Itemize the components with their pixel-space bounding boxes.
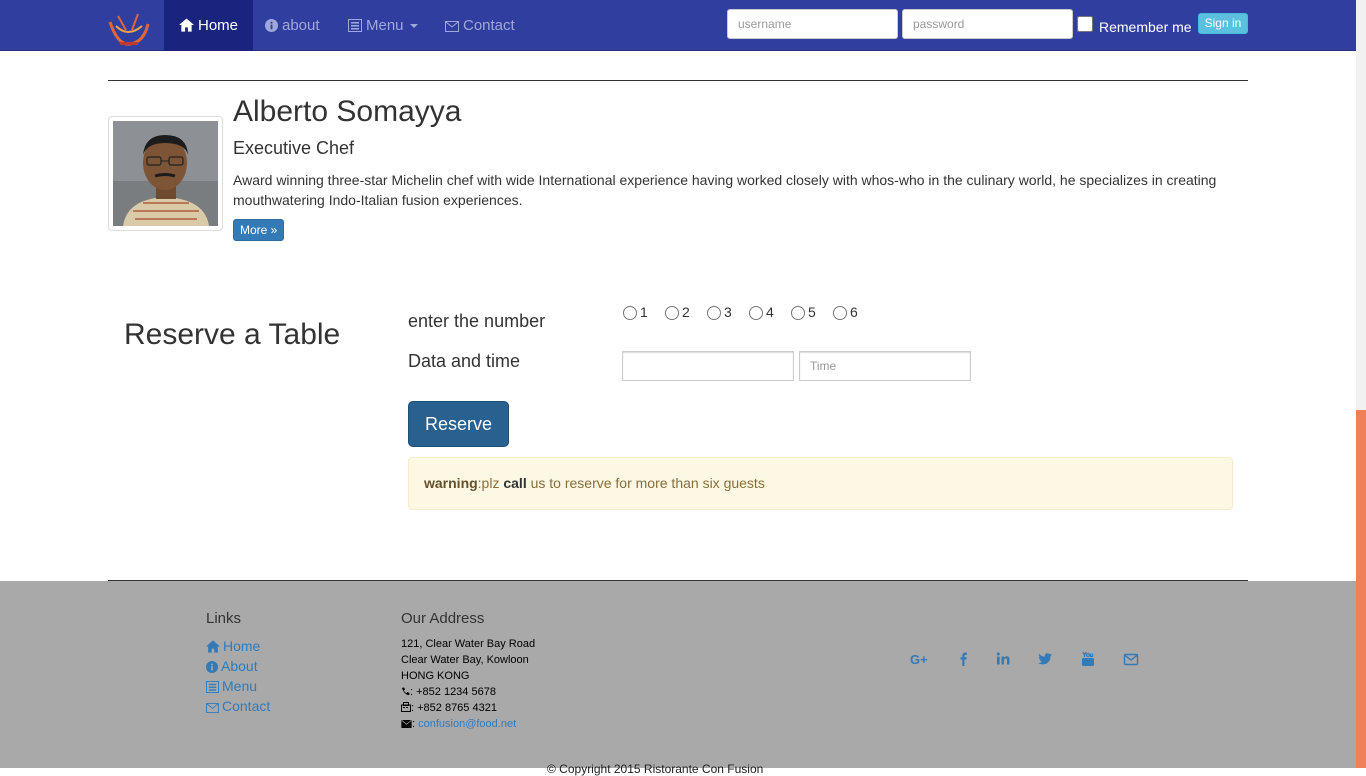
remember-me-checkbox[interactable] xyxy=(1077,16,1093,32)
time-input[interactable] xyxy=(799,351,971,381)
remember-me-label: Remember me xyxy=(1099,19,1192,35)
date-input[interactable] xyxy=(622,351,794,381)
footer-link-home-label: Home xyxy=(223,638,261,654)
nav-menu[interactable]: Menu xyxy=(333,0,433,51)
chef-name: Alberto Somayya xyxy=(233,95,462,128)
nav-home[interactable]: Home xyxy=(164,0,254,51)
restaurant-logo[interactable] xyxy=(108,8,150,48)
address-line-3: HONG KONG xyxy=(401,670,470,682)
warning-text-2: us to reserve for more than six guests xyxy=(526,475,765,491)
warning-prefix: warning xyxy=(424,475,478,491)
guest-number-label: enter the number xyxy=(408,311,546,331)
twitter-icon[interactable] xyxy=(1035,651,1055,667)
address-fax: : +852 8765 4321 xyxy=(401,702,497,714)
guest-radio-6[interactable]: 6 xyxy=(833,304,858,320)
warning-alert: warning:plz call us to reserve for more … xyxy=(408,457,1233,510)
address-email: : confusion@food.net xyxy=(401,718,516,730)
email-link[interactable]: confusion@food.net xyxy=(418,718,516,730)
chevron-down-icon xyxy=(409,24,418,29)
guest-radio-4-label: 4 xyxy=(766,304,774,320)
nav-home-label: Home xyxy=(198,17,239,34)
address-line-2: Clear Water Bay, Kowloon xyxy=(401,654,529,666)
footer xyxy=(0,581,1356,768)
address-line-1: 121, Clear Water Bay Road xyxy=(401,638,536,650)
footer-link-contact-label: Contact xyxy=(222,698,271,714)
info-circle-icon xyxy=(206,661,218,673)
envelope-icon xyxy=(401,720,412,728)
warning-emphasis: call xyxy=(503,475,527,491)
nav-menu-label: Menu xyxy=(366,17,404,34)
more-button[interactable]: More » xyxy=(233,219,285,241)
guest-radio-3-label: 3 xyxy=(724,304,732,320)
guest-radio-5-label: 5 xyxy=(808,304,816,320)
footer-link-home[interactable]: Home xyxy=(206,638,260,654)
scrollbar-thumb[interactable] xyxy=(1356,410,1366,768)
footer-links-heading: Links xyxy=(206,610,242,627)
address-phone-text: : +852 1234 5678 xyxy=(410,686,496,698)
sign-in-button[interactable]: Sign in xyxy=(1198,13,1248,34)
nav-about[interactable]: about xyxy=(250,0,335,51)
footer-link-about-label: About xyxy=(221,658,258,674)
guest-radio-3[interactable]: 3 xyxy=(707,304,732,320)
chef-photo xyxy=(113,121,218,226)
footer-link-about[interactable]: About xyxy=(206,658,258,674)
footer-link-menu[interactable]: Menu xyxy=(206,678,257,694)
password-input[interactable] xyxy=(902,9,1073,39)
nav-contact[interactable]: Contact xyxy=(430,0,530,51)
nav-about-label: about xyxy=(282,17,320,34)
list-alt-icon xyxy=(206,681,219,693)
nav-contact-label: Contact xyxy=(463,17,515,34)
footer-link-menu-label: Menu xyxy=(222,678,258,694)
datetime-label: Data and time xyxy=(408,351,521,371)
username-input[interactable] xyxy=(727,9,898,39)
address-phone: : +852 1234 5678 xyxy=(401,686,496,698)
home-icon xyxy=(206,640,220,653)
guest-radio-5[interactable]: 5 xyxy=(791,304,816,320)
footer-divider xyxy=(108,580,1248,581)
guest-radio-6-label: 6 xyxy=(850,304,858,320)
svg-text:G+: G+ xyxy=(910,652,928,667)
reserve-button[interactable]: Reserve xyxy=(408,401,509,447)
guest-radio-2-label: 2 xyxy=(682,304,690,320)
guest-radio-4[interactable]: 4 xyxy=(749,304,774,320)
warning-text-1: :plz xyxy=(477,475,504,491)
chef-avatar xyxy=(108,116,223,231)
phone-icon xyxy=(401,687,410,696)
home-icon xyxy=(179,18,194,32)
guest-radio-1-label: 1 xyxy=(640,304,648,320)
linkedin-icon[interactable] xyxy=(993,651,1013,667)
chef-role: Executive Chef xyxy=(233,138,355,158)
chef-description: Award winning three-star Michelin chef w… xyxy=(233,172,1217,208)
copyright-text: © Copyright 2015 Ristorante Con Fusion xyxy=(547,762,764,776)
divider xyxy=(108,80,1248,81)
footer-link-contact[interactable]: Contact xyxy=(206,698,270,714)
youtube-icon[interactable] xyxy=(1078,651,1098,667)
info-circle-icon xyxy=(265,19,278,32)
footer-address-heading: Our Address xyxy=(401,610,485,627)
fax-icon xyxy=(401,702,411,712)
top-navbar: Home about Menu Contact Remember me Sign… xyxy=(0,0,1356,51)
google-plus-icon[interactable]: G+ xyxy=(910,651,930,667)
envelope-icon xyxy=(206,703,219,713)
guest-radio-1[interactable]: 1 xyxy=(623,304,648,320)
list-alt-icon xyxy=(348,19,362,32)
address-fax-text: : +852 8765 4321 xyxy=(411,702,497,714)
mail-icon[interactable] xyxy=(1121,651,1141,667)
envelope-icon xyxy=(445,21,459,32)
guest-radio-2[interactable]: 2 xyxy=(665,304,690,320)
facebook-icon[interactable] xyxy=(954,651,974,667)
reserve-table-title: Reserve a Table xyxy=(124,318,341,351)
